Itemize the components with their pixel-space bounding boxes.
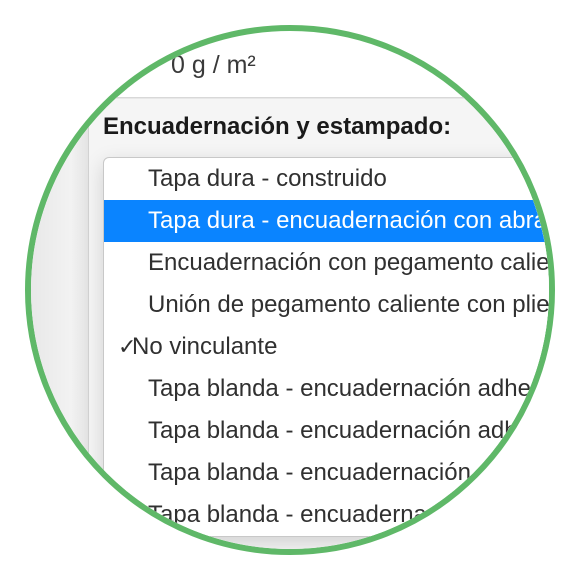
paper-weight-value: 0 g / m² [171, 51, 256, 80]
option-label: No vinculante [132, 333, 277, 361]
dropdown-option[interactable]: ✓ No vinculante [104, 326, 555, 368]
dropdown-option[interactable]: Tapa dura - encuadernación con abra [104, 200, 555, 242]
option-label: Tapa dura - encuadernación con abra [148, 207, 547, 235]
option-label: Tapa dura - construido [148, 165, 387, 193]
dropdown-option[interactable]: Tapa dura - construido [104, 158, 555, 200]
dropdown-option[interactable]: Tapa blanda - encuadernación adhes [104, 368, 555, 410]
dropdown-option[interactable]: Tapa blanda - encuadernación adhe [104, 410, 555, 452]
option-label: Tapa blanda - encuadernación adhe [148, 417, 531, 445]
option-label: Unión de pegamento caliente con plie [148, 291, 550, 319]
checkmark-icon: ✓ [118, 334, 136, 360]
option-label: Tapa blanda - encuadernación adhes [148, 375, 543, 403]
dropdown-option[interactable]: Encuadernación con pegamento calie [104, 242, 555, 284]
window-left-gutter [31, 97, 89, 549]
dropdown-option[interactable]: Tapa blanda - encuadernación [104, 494, 555, 536]
dropdown-option[interactable]: Unión de pegamento caliente con plie [104, 284, 555, 326]
option-label: Tapa blanda - encuadernación [148, 501, 471, 529]
option-label: Encuadernación con pegamento calie [148, 249, 550, 277]
section-divider [31, 97, 549, 99]
binding-section-label: Encuadernación y estampado: [103, 113, 451, 141]
dropdown-option[interactable]: Tapa blanda - encuadernación ad [104, 452, 555, 494]
option-label: Tapa blanda - encuadernación ad [148, 459, 504, 487]
binding-dropdown-menu[interactable]: Tapa dura - construido Tapa dura - encua… [103, 157, 555, 537]
circular-viewport: 0 g / m² Encuadernación y estampado: Tap… [25, 25, 555, 555]
